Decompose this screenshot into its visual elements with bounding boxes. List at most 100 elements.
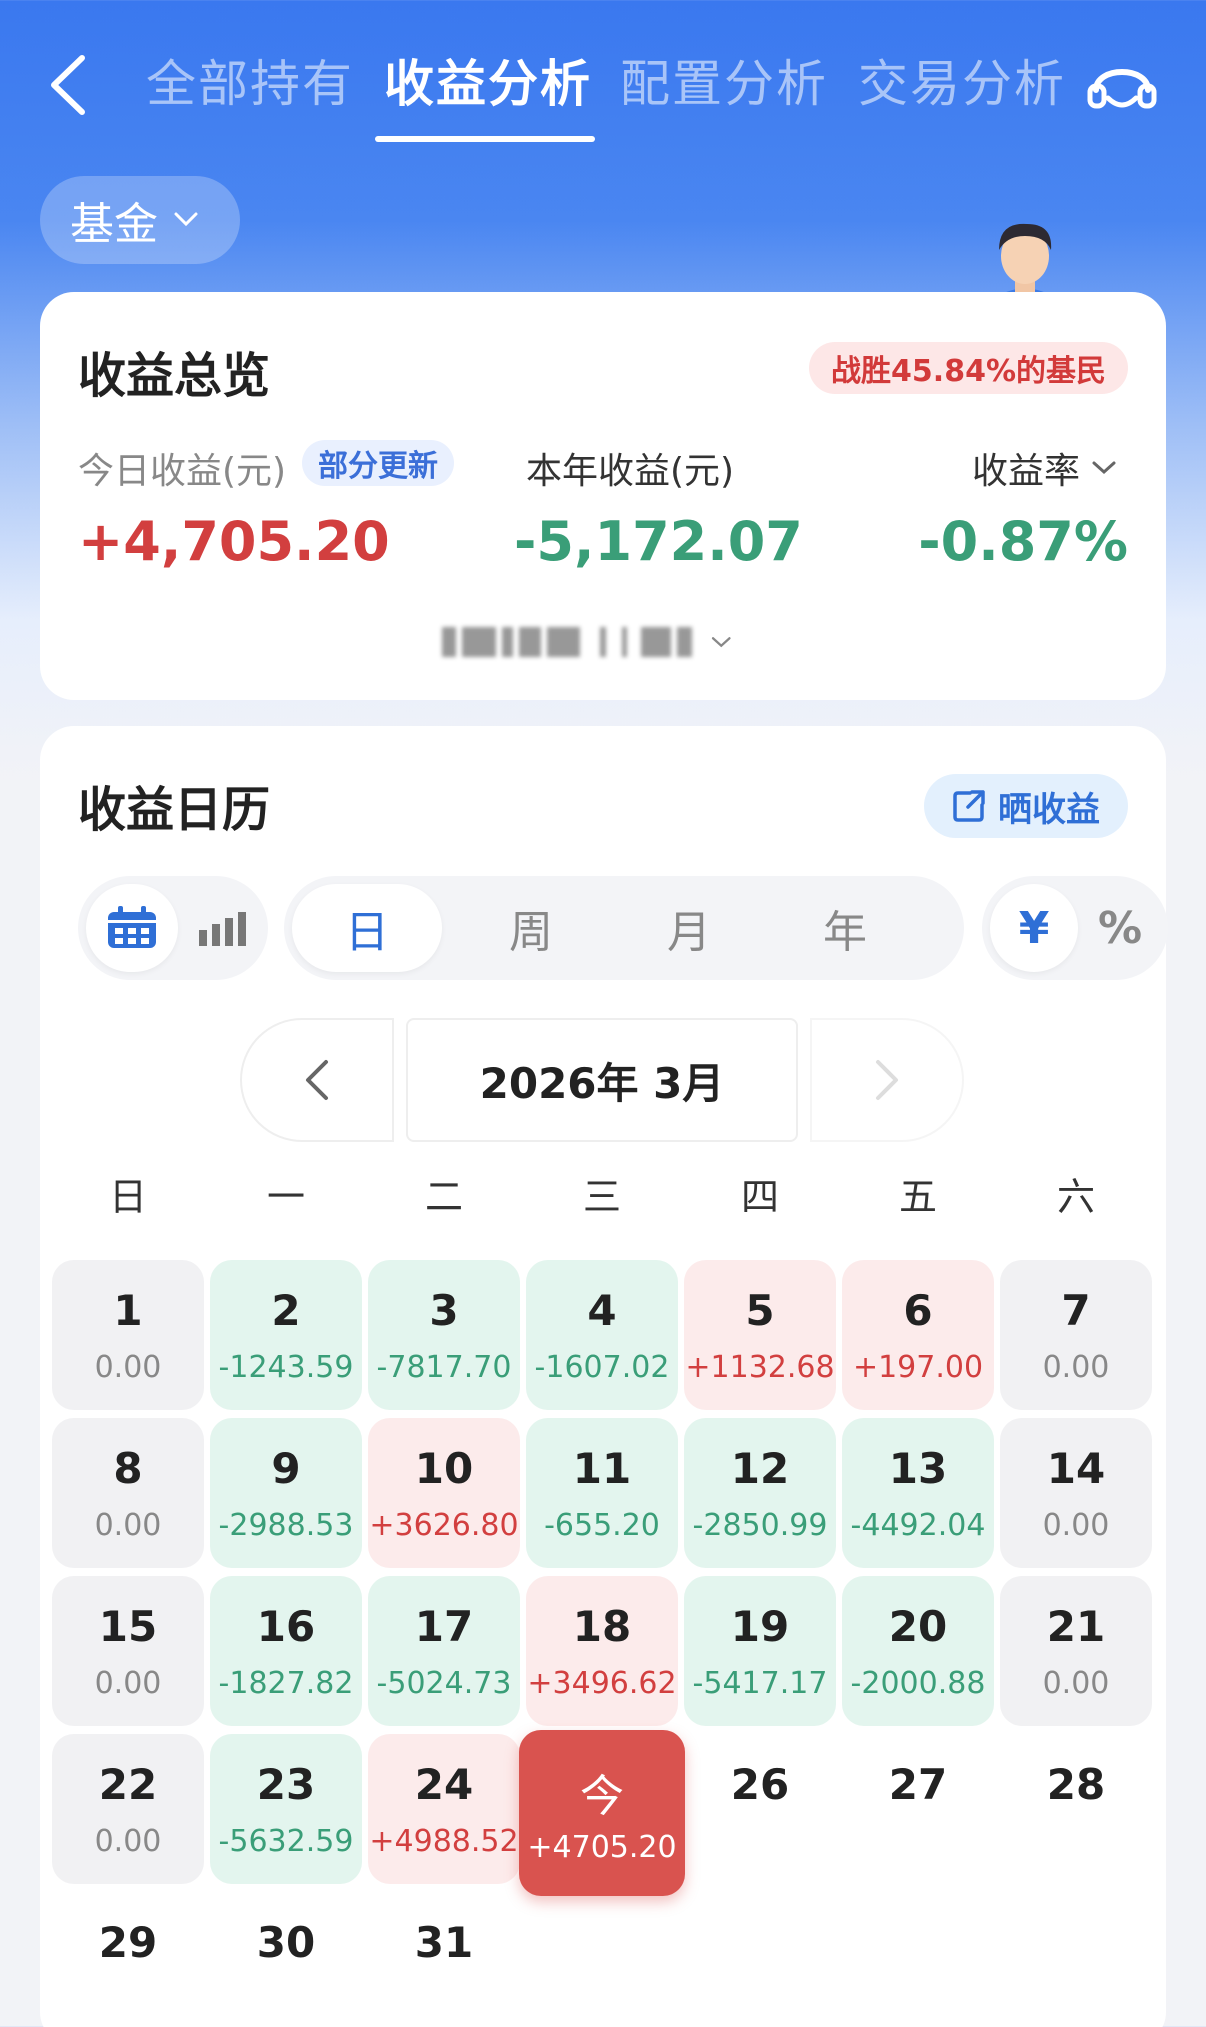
calendar-day[interactable]: 26 — [684, 1734, 836, 1884]
calendar-day[interactable]: 30 — [210, 1892, 362, 2027]
calendar-day[interactable]: 9 -2988.53 — [210, 1418, 362, 1568]
calendar-day[interactable]: 11 -655.20 — [526, 1418, 678, 1568]
today-income-label: 今日收益(元) — [78, 451, 287, 492]
calendar-day[interactable]: 20 -2000.88 — [842, 1576, 994, 1726]
headset-icon[interactable] — [1086, 52, 1158, 118]
day-income-value: 0.00 — [94, 1508, 162, 1543]
next-month-button[interactable] — [810, 1018, 964, 1142]
day-number: 5 — [745, 1286, 775, 1335]
tab-holdings[interactable]: 全部持有 — [146, 44, 354, 116]
day-number: 11 — [572, 1444, 632, 1493]
year-income-value: -5,172.07 — [514, 510, 803, 573]
day-income-value: +4988.52 — [369, 1824, 519, 1859]
calendar-day[interactable]: 15 0.00 — [52, 1576, 204, 1726]
day-income-value: 0.00 — [94, 1824, 162, 1859]
day-number: 15 — [98, 1602, 158, 1651]
calendar-day[interactable]: 10 +3626.80 — [368, 1418, 520, 1568]
calendar-day[interactable]: 16 -1827.82 — [210, 1576, 362, 1726]
day-number: 18 — [572, 1602, 632, 1651]
day-income-value: 0.00 — [94, 1666, 162, 1701]
day-income-value: +3626.80 — [369, 1508, 519, 1543]
day-income-value: 0.00 — [1042, 1508, 1110, 1543]
day-income-value: +1132.68 — [685, 1350, 835, 1385]
calendar-day[interactable]: 1 0.00 — [52, 1260, 204, 1410]
tab-trade-analysis[interactable]: 交易分析 — [858, 44, 1066, 116]
calendar-day[interactable]: 31 — [368, 1892, 520, 2027]
day-number: 24 — [414, 1760, 474, 1809]
view-toggle — [78, 876, 268, 980]
day-income-value: +3496.62 — [527, 1666, 677, 1701]
calendar-day[interactable]: 4 -1607.02 — [526, 1260, 678, 1410]
current-month-label[interactable]: 2026年 3月 — [406, 1018, 798, 1142]
period-month[interactable]: 月 — [614, 884, 764, 972]
day-income-value: -5632.59 — [218, 1824, 354, 1859]
day-number: 19 — [730, 1602, 790, 1651]
day-income-value: -5024.73 — [376, 1666, 512, 1701]
calendar-day[interactable]: 18 +3496.62 — [526, 1576, 678, 1726]
calendar-day[interactable]: 6 +197.00 — [842, 1260, 994, 1410]
day-number: 1 — [113, 1286, 143, 1335]
calendar-day[interactable]: 22 0.00 — [52, 1734, 204, 1884]
weekday-label: 六 — [1056, 1175, 1095, 1219]
calendar-day[interactable]: 21 0.00 — [1000, 1576, 1152, 1726]
beat-percentile-badge: 战胜45.84%的基民 — [809, 342, 1128, 394]
return-rate-selector[interactable]: 收益率 — [972, 442, 1118, 494]
day-income-value: 0.00 — [1042, 1666, 1110, 1701]
weekday-label: 日 — [108, 1175, 147, 1219]
unit-percent[interactable]: % — [1080, 884, 1160, 972]
calendar-day-today[interactable]: 今 +4705.20 — [519, 1730, 685, 1896]
calendar-day[interactable]: 14 0.00 — [1000, 1418, 1152, 1568]
day-income-value: -4492.04 — [850, 1508, 986, 1543]
calendar-day[interactable]: 23 -5632.59 — [210, 1734, 362, 1884]
period-year[interactable]: 年 — [770, 884, 920, 972]
income-overview-card: 收益总览 战胜45.84%的基民 今日收益(元) 部分更新 本年收益(元) 收益… — [40, 292, 1166, 700]
partial-update-badge[interactable]: 部分更新 — [302, 440, 454, 486]
tab-allocation-analysis[interactable]: 配置分析 — [620, 44, 828, 116]
period-week[interactable]: 周 — [456, 884, 606, 972]
calendar-day[interactable]: 19 -5417.17 — [684, 1576, 836, 1726]
calendar-day[interactable]: 13 -4492.04 — [842, 1418, 994, 1568]
day-income-value: -2850.99 — [692, 1508, 828, 1543]
calendar-day[interactable]: 5 +1132.68 — [684, 1260, 836, 1410]
day-income-value: -1607.02 — [534, 1350, 670, 1385]
redacted-expand-row[interactable] — [442, 622, 732, 662]
unit-amount[interactable]: ¥ — [990, 884, 1078, 972]
top-nav: 全部持有 收益分析 配置分析 交易分析 — [0, 0, 1206, 160]
day-income-value: -1243.59 — [218, 1350, 354, 1385]
day-number: 2 — [271, 1286, 301, 1335]
calendar-day[interactable]: 7 0.00 — [1000, 1260, 1152, 1410]
calendar-day[interactable]: 2 -1243.59 — [210, 1260, 362, 1410]
day-number: 20 — [888, 1602, 948, 1651]
day-number: 14 — [1046, 1444, 1106, 1493]
calendar-title: 收益日历 — [78, 782, 271, 838]
calendar-day[interactable]: 29 — [52, 1892, 204, 2027]
share-income-button[interactable]: 晒收益 — [924, 774, 1128, 838]
unit-selector: ¥ % — [982, 876, 1168, 980]
prev-month-button[interactable] — [240, 1018, 394, 1142]
calendar-view-button[interactable] — [86, 884, 178, 972]
weekday-label: 一 — [266, 1175, 305, 1219]
day-number: 9 — [271, 1444, 301, 1493]
asset-type-dropdown[interactable]: 基金 — [40, 176, 240, 264]
year-income-label: 本年收益(元) — [526, 451, 735, 492]
chart-view-button[interactable] — [182, 884, 262, 972]
calendar-day[interactable]: 24 +4988.52 — [368, 1734, 520, 1884]
chevron-left-icon[interactable] — [44, 50, 94, 120]
day-income-value: -7817.70 — [376, 1350, 512, 1385]
day-income-value: +197.00 — [852, 1350, 984, 1385]
day-number: 3 — [429, 1286, 459, 1335]
calendar-day[interactable]: 12 -2850.99 — [684, 1418, 836, 1568]
day-number: 30 — [256, 1918, 316, 1967]
asset-type-label: 基金 — [70, 199, 158, 250]
tab-income-analysis[interactable]: 收益分析 — [384, 44, 592, 116]
day-number: 今 — [580, 1771, 624, 1822]
calendar-day[interactable]: 8 0.00 — [52, 1418, 204, 1568]
day-income-value: +4705.20 — [527, 1830, 677, 1865]
calendar-day[interactable]: 3 -7817.70 — [368, 1260, 520, 1410]
calendar-day[interactable]: 17 -5024.73 — [368, 1576, 520, 1726]
period-day[interactable]: 日 — [292, 884, 442, 972]
day-income-value: 0.00 — [94, 1350, 162, 1385]
day-income-value: -2000.88 — [850, 1666, 986, 1701]
calendar-day[interactable]: 28 — [1000, 1734, 1152, 1884]
calendar-day[interactable]: 27 — [842, 1734, 994, 1884]
